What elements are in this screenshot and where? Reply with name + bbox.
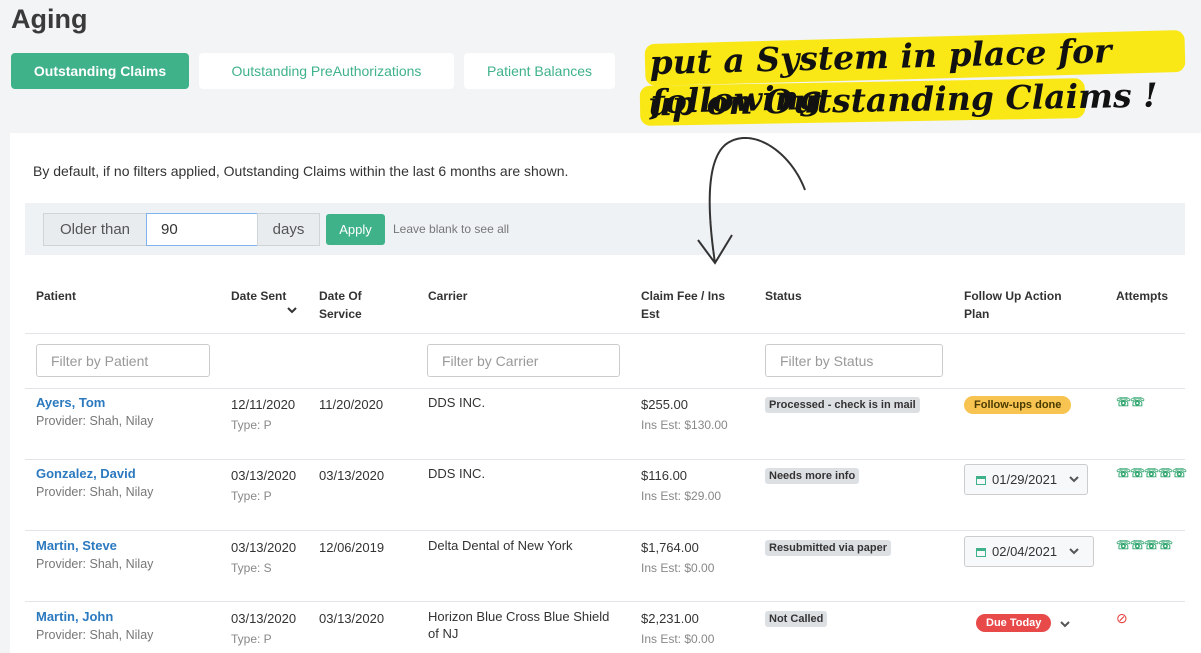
status-badge: Processed - check is in mail: [765, 397, 920, 413]
follow-up-date-dropdown[interactable]: 02/04/2021: [964, 536, 1094, 567]
claim-fee: $1,764.00: [641, 540, 699, 555]
chevron-down-icon: [1069, 475, 1079, 482]
date-of-service: 03/13/2020: [319, 468, 385, 483]
header-plan-line1: Follow Up Action: [964, 289, 1062, 303]
header-plan-line2: Plan: [964, 307, 990, 321]
header-date-sent[interactable]: Date Sent: [231, 287, 286, 305]
header-fee-line2: Est: [641, 307, 660, 321]
filter-patient-input[interactable]: [36, 344, 210, 377]
ins-est: Ins Est: $0.00: [641, 632, 715, 646]
ins-est: Ins Est: $130.00: [641, 418, 728, 432]
header-follow-up-plan[interactable]: Follow Up Action Plan: [964, 287, 1062, 323]
claim-type: Type: P: [231, 632, 272, 646]
tab-outstanding-claims[interactable]: Outstanding Claims: [11, 53, 189, 89]
follow-ups-done-badge: Follow-ups done: [964, 396, 1072, 414]
provider-name: Provider: Shah, Nilay: [36, 485, 154, 499]
attempts-phone-icon: ☏☏☏☏☏: [1116, 466, 1187, 480]
page-title: Aging: [11, 4, 88, 34]
status-badge: Needs more info: [765, 468, 860, 484]
carrier-name: Horizon Blue Cross Blue Shield: [428, 609, 610, 624]
attempts-phone-icon: ☏☏: [1116, 395, 1145, 409]
follow-up-date: 02/04/2021: [992, 544, 1058, 559]
patient-link[interactable]: Gonzalez, David: [36, 466, 136, 481]
default-filter-notice: By default, if no filters applied, Outst…: [33, 163, 569, 179]
ban-icon: ⊘: [1116, 610, 1128, 626]
tab-patient-balances[interactable]: Patient Balances: [464, 53, 615, 89]
date-of-service: 11/20/2020: [319, 397, 384, 412]
header-fee-line1: Claim Fee / Ins: [641, 289, 726, 303]
date-of-service: 03/13/2020: [319, 611, 385, 626]
tab-outstanding-preauthorizations[interactable]: Outstanding PreAuthorizations: [199, 53, 454, 89]
filter-carrier-input[interactable]: [427, 344, 620, 377]
filter-hint: Leave blank to see all: [393, 222, 510, 236]
divider: [25, 388, 1185, 389]
divider: [25, 333, 1185, 334]
annotation-line2: up on Outstanding Claims !: [647, 75, 1158, 124]
date-of-service: 12/06/2019: [319, 540, 385, 555]
provider-name: Provider: Shah, Nilay: [36, 628, 154, 642]
ins-est: Ins Est: $29.00: [641, 489, 722, 503]
calendar-icon: [976, 475, 986, 485]
header-carrier[interactable]: Carrier: [428, 287, 467, 305]
status-badge: Resubmitted via paper: [765, 540, 891, 556]
follow-up-date-dropdown[interactable]: 01/29/2021: [964, 464, 1088, 495]
date-sent: 03/13/2020: [231, 540, 297, 555]
header-status[interactable]: Status: [765, 287, 802, 305]
claim-type: Type: P: [231, 489, 272, 503]
attempts-phone-icon: ☏☏☏☏: [1116, 538, 1173, 552]
filter-status-input[interactable]: [765, 344, 943, 377]
divider: [25, 601, 1185, 602]
apply-button[interactable]: Apply: [326, 214, 385, 245]
sort-chevron-down-icon[interactable]: [287, 307, 297, 315]
date-sent: 12/11/2020: [231, 397, 296, 412]
header-claim-fee[interactable]: Claim Fee / Ins Est: [641, 287, 725, 323]
older-than-label: Older than: [43, 213, 147, 246]
date-sent: 03/13/2020: [231, 611, 297, 626]
older-than-days-input[interactable]: [146, 213, 258, 246]
header-dos-line1: Date Of: [319, 289, 362, 303]
due-today-badge: Due Today: [976, 614, 1052, 632]
follow-up-date: 01/29/2021: [992, 472, 1058, 487]
days-label: days: [257, 213, 320, 246]
ins-est: Ins Est: $0.00: [641, 561, 715, 575]
chevron-down-icon[interactable]: [1060, 621, 1070, 629]
date-sent: 03/13/2020: [231, 468, 297, 483]
header-date-of-service[interactable]: Date Of Service: [319, 287, 362, 323]
patient-link[interactable]: Martin, John: [36, 609, 113, 624]
annotation-arrow-icon: [697, 136, 806, 265]
chevron-down-icon: [1069, 547, 1079, 554]
claim-fee: $255.00: [641, 397, 688, 412]
header-dos-line2: Service: [319, 307, 362, 321]
claim-type: Type: P: [231, 418, 272, 432]
patient-link[interactable]: Martin, Steve: [36, 538, 117, 553]
carrier-name-line2: of NJ: [428, 626, 459, 641]
header-attempts[interactable]: Attempts: [1116, 287, 1168, 305]
carrier-name: DDS INC.: [428, 395, 486, 410]
claim-type: Type: S: [231, 561, 272, 575]
patient-link[interactable]: Ayers, Tom: [36, 395, 105, 410]
claim-fee: $116.00: [641, 468, 688, 483]
divider: [25, 459, 1185, 460]
calendar-icon: [976, 547, 986, 557]
divider: [25, 530, 1185, 531]
status-badge: Not Called: [765, 611, 828, 627]
provider-name: Provider: Shah, Nilay: [36, 557, 154, 571]
carrier-name: DDS INC.: [428, 466, 486, 481]
provider-name: Provider: Shah, Nilay: [36, 414, 154, 428]
claim-fee: $2,231.00: [641, 611, 699, 626]
carrier-name: Delta Dental of New York: [428, 538, 573, 553]
header-patient[interactable]: Patient: [36, 287, 76, 305]
